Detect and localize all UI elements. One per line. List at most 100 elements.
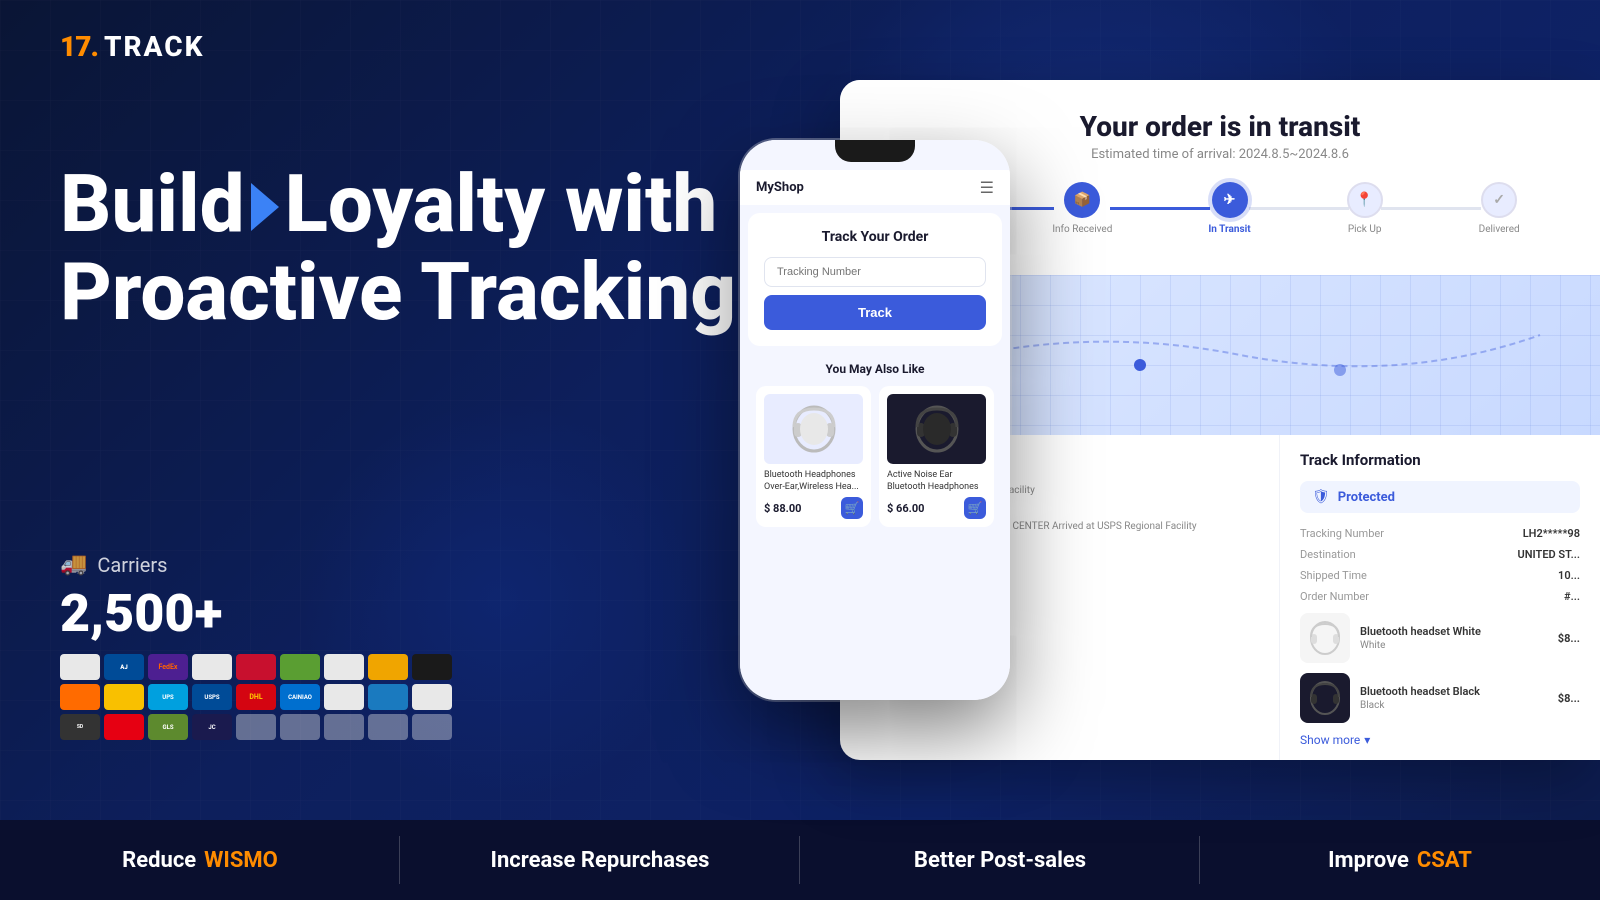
phone-product-name-2: Active Noise Ear Bluetooth Headphones — [887, 470, 986, 493]
carrier-logo: JC — [192, 714, 232, 740]
logo-text: TRACK — [104, 30, 205, 63]
track-detail-order-number: Order Number #... — [1300, 590, 1580, 603]
carrier-logo — [368, 654, 408, 680]
carrier-logo — [104, 684, 144, 710]
phone-cart-btn-1[interactable]: 🛒 — [841, 497, 863, 519]
carrier-logo — [324, 684, 364, 710]
product-rec-item-1: Bluetooth headset White White $8... — [1300, 613, 1580, 663]
step-label-delivered: Delivered — [1479, 224, 1520, 235]
step-line-4 — [1381, 207, 1481, 210]
phone-track-title: Track Your Order — [764, 229, 986, 245]
phone-product-img-2 — [887, 394, 986, 464]
phone-product-price-2: $ 66.00 — [887, 502, 924, 515]
phone-shop-name: MyShop — [756, 180, 804, 195]
bottom-item-csat: Improve CSAT — [1200, 820, 1600, 900]
bottom-item-csat-text: Improve — [1328, 848, 1409, 873]
panel-right-info: Track Information 🛡 Protected Tracking N… — [1280, 435, 1600, 760]
shield-icon: 🛡 — [1312, 489, 1330, 505]
carrier-logo — [324, 654, 364, 680]
protected-text: Protected — [1338, 490, 1395, 505]
tracking-number-label: Tracking Number — [1300, 527, 1384, 540]
step-line-2 — [1110, 207, 1210, 210]
tracking-number-value: LH2*****98 — [1523, 527, 1580, 540]
phone-content: MyShop ☰ Track Your Order Track You May … — [740, 140, 1010, 700]
carrier-logo: AJ — [104, 654, 144, 680]
carrier-logo — [60, 654, 100, 680]
carrier-logo — [412, 684, 452, 710]
step-circle-transit: ✈ — [1212, 182, 1248, 218]
phone-product-price-1: $ 88.00 — [764, 502, 801, 515]
product-rec-info-1: Bluetooth headset White White — [1360, 625, 1548, 650]
step-info-received: 📦 Info Received — [1052, 182, 1112, 235]
track-detail-tracking-number: Tracking Number LH2*****98 — [1300, 527, 1580, 540]
step-pickup: 📍 Pick Up — [1347, 182, 1383, 235]
logo: 17. TRACK — [60, 30, 204, 63]
hero-line2: Proactive Tracking — [60, 245, 736, 339]
show-more-button[interactable]: Show more ▾ — [1300, 733, 1580, 747]
bottom-item-wismo-text: Reduce — [122, 848, 196, 873]
protected-badge: 🛡 Protected — [1300, 481, 1580, 513]
phone-header: MyShop ☰ — [740, 170, 1010, 205]
phone-product-card-1: Bluetooth Headphones Over-Ear,Wireless H… — [756, 386, 871, 527]
step-circle-info: 📦 — [1064, 182, 1100, 218]
destination-value: UNITED ST... — [1518, 548, 1580, 561]
phone-notch — [835, 140, 915, 162]
bottom-item-repurchases: Increase Repurchases — [400, 820, 800, 900]
phone-tracking-input[interactable] — [764, 257, 986, 287]
phone-track-section: Track Your Order Track — [748, 213, 1002, 346]
carrier-logo — [368, 684, 408, 710]
track-detail-shipped-time: Shipped Time 10... — [1300, 569, 1580, 582]
step-label-transit: In Transit — [1208, 224, 1250, 235]
carrier-logo — [324, 714, 364, 740]
carrier-logo — [236, 714, 276, 740]
product-rec-thumb-1 — [1300, 613, 1350, 663]
hero-title: BuildLoyalty with Proactive Tracking — [60, 160, 736, 336]
step-label-pickup: Pick Up — [1348, 224, 1382, 235]
shipped-time-label: Shipped Time — [1300, 569, 1367, 582]
phone-recommendations: You May Also Like Bluetooth Headphones O… — [740, 354, 1010, 535]
carriers-label: 🚚 Carriers — [60, 552, 452, 577]
destination-label: Destination — [1300, 548, 1356, 561]
bottom-item-wismo-highlight: WISMO — [204, 848, 278, 873]
carrier-logo — [280, 654, 320, 680]
phone-cart-btn-2[interactable]: 🛒 — [964, 497, 986, 519]
carrier-logo: UPS — [148, 684, 188, 710]
phone-product-price-row-1: $ 88.00 🛒 — [764, 497, 863, 519]
phone-product-price-row-2: $ 66.00 🛒 — [887, 497, 986, 519]
product-rec-list: Bluetooth headset White White $8... — [1300, 613, 1580, 723]
bottom-item-postsales-text: Better Post-sales — [914, 848, 1086, 873]
track-info-title: Track Information — [1300, 451, 1580, 469]
product-rec-info-2: Bluetooth headset Black Black — [1360, 685, 1548, 710]
phone-rec-title: You May Also Like — [756, 362, 994, 376]
product-rec-name-1: Bluetooth headset White — [1360, 625, 1548, 639]
carrier-logo — [412, 654, 452, 680]
transit-status-title: Your order is in transit — [880, 110, 1560, 143]
chevron-down-icon: ▾ — [1364, 733, 1370, 747]
carriers-count: 2,500+ — [60, 583, 452, 644]
carriers-section: 🚚 Carriers 2,500+ AJ FedEx UPS USPS DHL … — [60, 552, 452, 740]
step-in-transit: ✈ In Transit — [1208, 182, 1250, 235]
carrier-logo: CAINIAO — [280, 684, 320, 710]
product-rec-thumb-2 — [1300, 673, 1350, 723]
phone-mockup: MyShop ☰ Track Your Order Track You May … — [740, 140, 1010, 700]
hero-line1: BuildLoyalty with — [60, 157, 717, 251]
step-delivered: ✓ Delivered — [1479, 182, 1520, 235]
track-detail-destination: Destination UNITED ST... — [1300, 548, 1580, 561]
phone-products-grid: Bluetooth Headphones Over-Ear,Wireless H… — [756, 386, 994, 527]
carrier-logo — [192, 654, 232, 680]
order-number-value: #... — [1564, 590, 1580, 603]
carrier-logo — [104, 714, 144, 740]
bottom-item-csat-highlight: CSAT — [1417, 848, 1472, 873]
carrier-logo-fedex: FedEx — [148, 654, 188, 680]
phone-track-button[interactable]: Track — [764, 295, 986, 330]
product-rec-price-1: $8... — [1558, 632, 1580, 645]
carrier-logo — [236, 654, 276, 680]
carrier-logo: GLS — [148, 714, 188, 740]
bottom-item-wismo: Reduce WISMO — [0, 820, 400, 900]
phone-product-card-2: Active Noise Ear Bluetooth Headphones $ … — [879, 386, 994, 527]
carrier-logo — [60, 684, 100, 710]
phone-product-name-1: Bluetooth Headphones Over-Ear,Wireless H… — [764, 470, 863, 493]
hero-section: BuildLoyalty with Proactive Tracking — [60, 160, 736, 336]
step-label-info: Info Received — [1052, 224, 1112, 235]
bottom-item-repurchases-text: Increase Repurchases — [491, 848, 710, 873]
